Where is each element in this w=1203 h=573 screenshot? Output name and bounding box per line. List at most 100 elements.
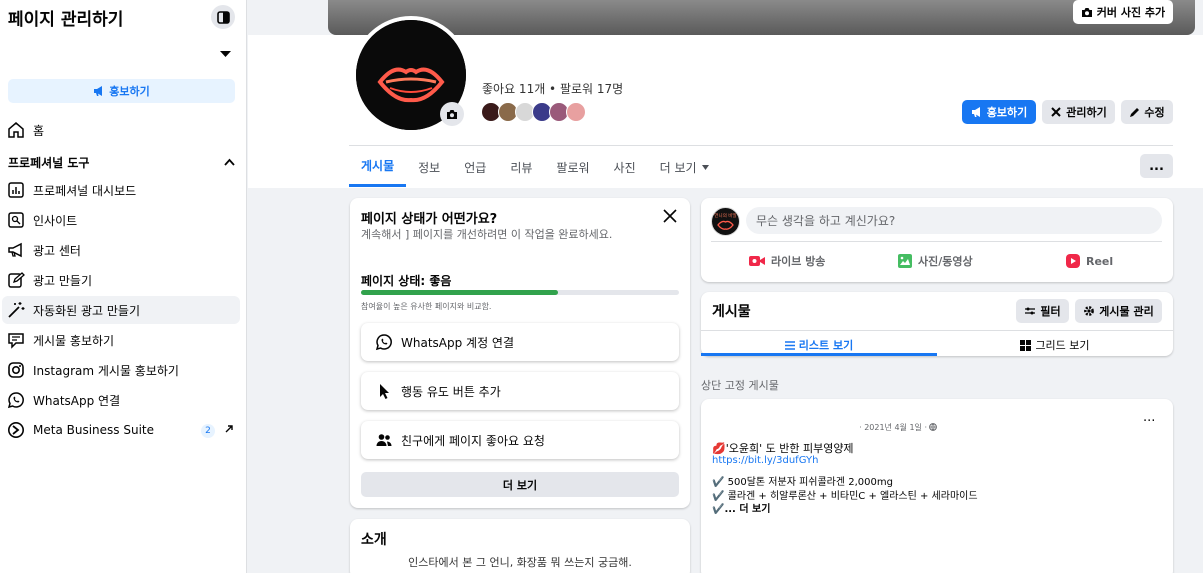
post-text-line: ✔️ 500달톤 저분자 피쉬콜라겐 2,000mg xyxy=(712,477,893,488)
chevron-up-icon[interactable] xyxy=(224,155,235,169)
connect-whatsapp-action[interactable]: WhatsApp 계정 연결 xyxy=(361,323,679,361)
about-bio: 인스타에서 본 그 언니, 화장품 뭐 쓰는지 궁금해. xyxy=(408,556,632,569)
reel-label: Reel xyxy=(1086,254,1114,268)
sidebar-item-boost-instagram[interactable]: Instagram 게시물 홍보하기 xyxy=(2,356,240,384)
sidebar-item-home[interactable]: 홈 xyxy=(2,116,240,144)
globe-icon xyxy=(929,423,937,431)
post-see-more[interactable]: ✔️... 더 보기 xyxy=(712,500,770,515)
list-view-tab[interactable]: 리스트 보기 xyxy=(701,335,937,355)
camera-icon xyxy=(1081,7,1092,17)
post-headline: 💋'오윤희' 도 반한 피부영양제 xyxy=(712,442,854,455)
manage-button[interactable]: 관리하기 xyxy=(1042,100,1115,124)
photo-video-label: 사진/동영상 xyxy=(918,255,973,268)
home-icon xyxy=(8,122,24,138)
action-label: WhatsApp 계정 연결 xyxy=(401,335,515,350)
edit-icon xyxy=(8,272,25,288)
promote-label: 홍보하기 xyxy=(986,106,1028,119)
active-tab-indicator xyxy=(701,353,937,356)
close-icon[interactable] xyxy=(663,209,677,226)
sidebar-item-create-ad[interactable]: 광고 만들기 xyxy=(2,266,240,294)
tab-about[interactable]: 정보 xyxy=(406,147,452,187)
notification-badge: 2 xyxy=(201,424,215,438)
sidebar-item-dashboard[interactable]: 프로페셔널 대시보드 xyxy=(2,176,240,204)
about-title: 소개 xyxy=(361,532,387,548)
reel-button[interactable]: Reel xyxy=(1065,253,1113,269)
sidebar-promote-button[interactable]: 홍보하기 xyxy=(8,79,235,103)
add-cover-photo-button[interactable]: 커버 사진 추가 xyxy=(1073,0,1173,24)
tab-photos[interactable]: 사진 xyxy=(602,147,648,187)
manage-posts-button[interactable]: 게시물 관리 xyxy=(1075,299,1162,323)
page-stats[interactable]: 좋아요 11개 • 팔로워 17명 xyxy=(482,80,623,97)
sidebar-item-label: WhatsApp 연결 xyxy=(33,393,121,408)
whatsapp-icon xyxy=(7,392,24,409)
sidebar-item-boost-post[interactable]: 게시물 홍보하기 xyxy=(2,326,240,354)
edit-button[interactable]: 수정 xyxy=(1121,100,1173,124)
tab-followers[interactable]: 팔로워 xyxy=(544,147,601,187)
filter-button[interactable]: 필터 xyxy=(1016,299,1069,323)
status-card-description: 계속해서 ] 페이지를 개선하려면 이 작업을 완료하세요. xyxy=(361,228,613,241)
tab-more-label: 더 보기 xyxy=(659,160,697,175)
sidebar-item-whatsapp[interactable]: WhatsApp 연결 xyxy=(2,386,240,414)
post-options-icon[interactable]: ··· xyxy=(1143,414,1155,429)
sidebar-item-label: 자동화된 광고 만들기 xyxy=(33,303,140,318)
more-options-button[interactable]: ... xyxy=(1140,154,1173,178)
add-cta-button-action[interactable]: 행동 유도 버튼 추가 xyxy=(361,372,679,410)
tab-reviews[interactable]: 리뷰 xyxy=(498,147,544,187)
composer-input[interactable]: 무슨 생각을 하고 계신가요? xyxy=(746,207,1162,234)
tab-posts[interactable]: 게시물 xyxy=(349,147,407,187)
insights-icon xyxy=(8,212,24,228)
sidebar-item-label: Instagram 게시물 홍보하기 xyxy=(33,363,179,378)
page-tabs: 게시물 정보 언급 리뷰 팔로워 사진 더 보기 xyxy=(349,147,721,187)
reel-icon xyxy=(1066,254,1080,268)
edit-label: 수정 xyxy=(1144,106,1165,119)
cursor-icon xyxy=(380,384,389,399)
invite-friends-action[interactable]: 친구에게 페이지 좋아요 요청 xyxy=(361,421,679,459)
photo-icon xyxy=(898,254,912,268)
page-switcher-chevron-down-icon[interactable] xyxy=(220,47,231,61)
sidebar-item-label: 게시물 홍보하기 xyxy=(33,333,115,348)
sidebar-item-automated-ads[interactable]: 자동화된 광고 만들기 xyxy=(2,296,240,324)
sidebar-item-label: 홈 xyxy=(33,123,45,138)
sidebar-toggle-icon xyxy=(216,10,230,24)
collapse-sidebar-button[interactable] xyxy=(211,5,235,29)
pencil-icon xyxy=(1130,107,1140,117)
neon-lips-image: 언니의 비밀 xyxy=(714,212,737,230)
svg-text:언니의 비밀: 언니의 비밀 xyxy=(714,212,736,219)
promote-button[interactable]: 홍보하기 xyxy=(962,100,1036,124)
live-video-icon xyxy=(749,256,765,266)
external-link-icon[interactable] xyxy=(224,423,234,437)
grid-icon xyxy=(1020,339,1032,351)
megaphone-icon xyxy=(971,107,980,117)
sidebar-item-label: 프로페셔널 대시보드 xyxy=(33,183,137,198)
tools-icon xyxy=(1051,107,1061,117)
change-profile-photo-button[interactable] xyxy=(440,102,464,126)
live-video-label: 라이브 방송 xyxy=(771,255,826,268)
whatsapp-icon xyxy=(375,334,392,351)
action-label: 친구에게 페이지 좋아요 요청 xyxy=(401,433,545,448)
dashboard-icon xyxy=(8,182,24,198)
status-card-title: 페이지 상태가 어떤가요? xyxy=(361,212,498,227)
grid-view-tab[interactable]: 그리드 보기 xyxy=(937,335,1173,355)
instagram-icon xyxy=(8,362,24,378)
sidebar-item-ad-center[interactable]: 광고 센터 xyxy=(2,236,240,264)
post-timestamp[interactable]: · 2021년 4월 1일 · xyxy=(701,422,937,433)
post-timestamp-text: · 2021년 4월 1일 · xyxy=(859,423,927,432)
live-video-button[interactable]: 라이브 방송 xyxy=(748,253,825,269)
tab-more[interactable]: 더 보기 xyxy=(648,147,721,187)
status-more-button[interactable]: 더 보기 xyxy=(361,472,679,497)
filter-label: 필터 xyxy=(1040,305,1061,318)
follower-avatars[interactable] xyxy=(481,102,586,122)
sidebar-item-insights[interactable]: 인사이트 xyxy=(2,206,240,234)
magic-wand-icon xyxy=(8,302,25,318)
post-link[interactable]: https://bit.ly/3dufGYh xyxy=(712,455,818,466)
follower-avatar xyxy=(566,102,586,122)
action-label: 행동 유도 버튼 추가 xyxy=(401,384,501,399)
chevron-down-icon xyxy=(701,164,709,170)
sidebar-item-label: 광고 만들기 xyxy=(33,273,93,288)
photo-video-button[interactable]: 사진/동영상 xyxy=(897,253,973,269)
meta-business-icon xyxy=(8,422,24,438)
megaphone-icon xyxy=(8,242,22,258)
camera-icon xyxy=(447,109,457,119)
manage-label: 관리하기 xyxy=(1066,106,1107,119)
tab-mentions[interactable]: 언급 xyxy=(452,147,498,187)
